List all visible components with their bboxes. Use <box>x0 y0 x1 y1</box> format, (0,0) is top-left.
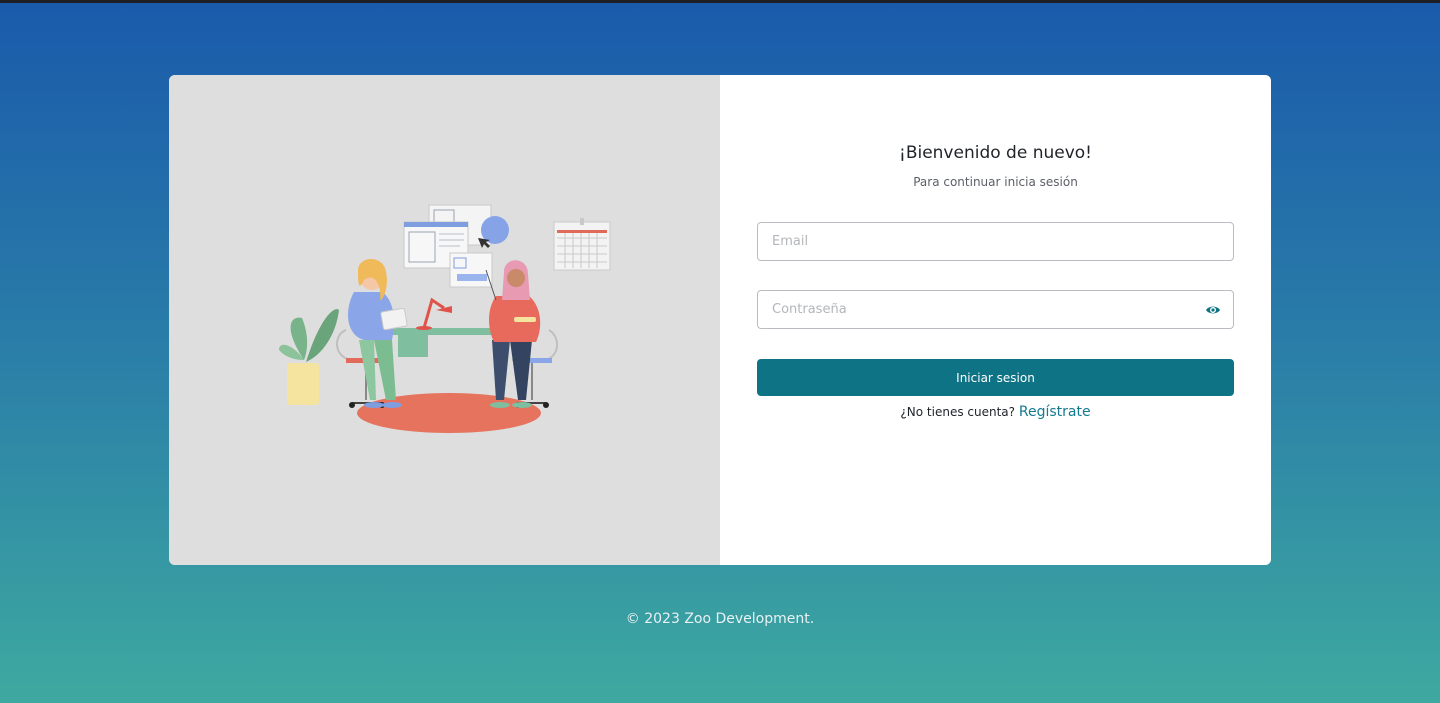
welcome-heading: ¡Bienvenido de nuevo! <box>899 143 1092 163</box>
email-input[interactable] <box>758 223 1206 260</box>
email-field <box>757 222 1234 261</box>
password-input[interactable] <box>758 291 1206 328</box>
login-form-panel: ¡Bienvenido de nuevo! Para continuar ini… <box>720 75 1271 565</box>
footer-copyright: © 2023 Zoo Development. <box>625 611 815 627</box>
password-field <box>757 290 1234 329</box>
register-prompt: ¿No tienes cuenta? Regístrate <box>720 404 1271 420</box>
register-link[interactable]: Regístrate <box>1019 404 1091 420</box>
welcome-subheading: Para continuar inicia sesión <box>913 175 1078 189</box>
login-card: ¡Bienvenido de nuevo! Para continuar ini… <box>169 75 1271 565</box>
illustration-panel <box>169 75 720 565</box>
top-border <box>0 0 1440 3</box>
coworking-illustration <box>279 204 611 433</box>
no-account-text: ¿No tienes cuenta? <box>900 405 1016 419</box>
login-button[interactable]: Iniciar sesion <box>757 359 1234 396</box>
eye-icon[interactable] <box>1205 302 1221 318</box>
